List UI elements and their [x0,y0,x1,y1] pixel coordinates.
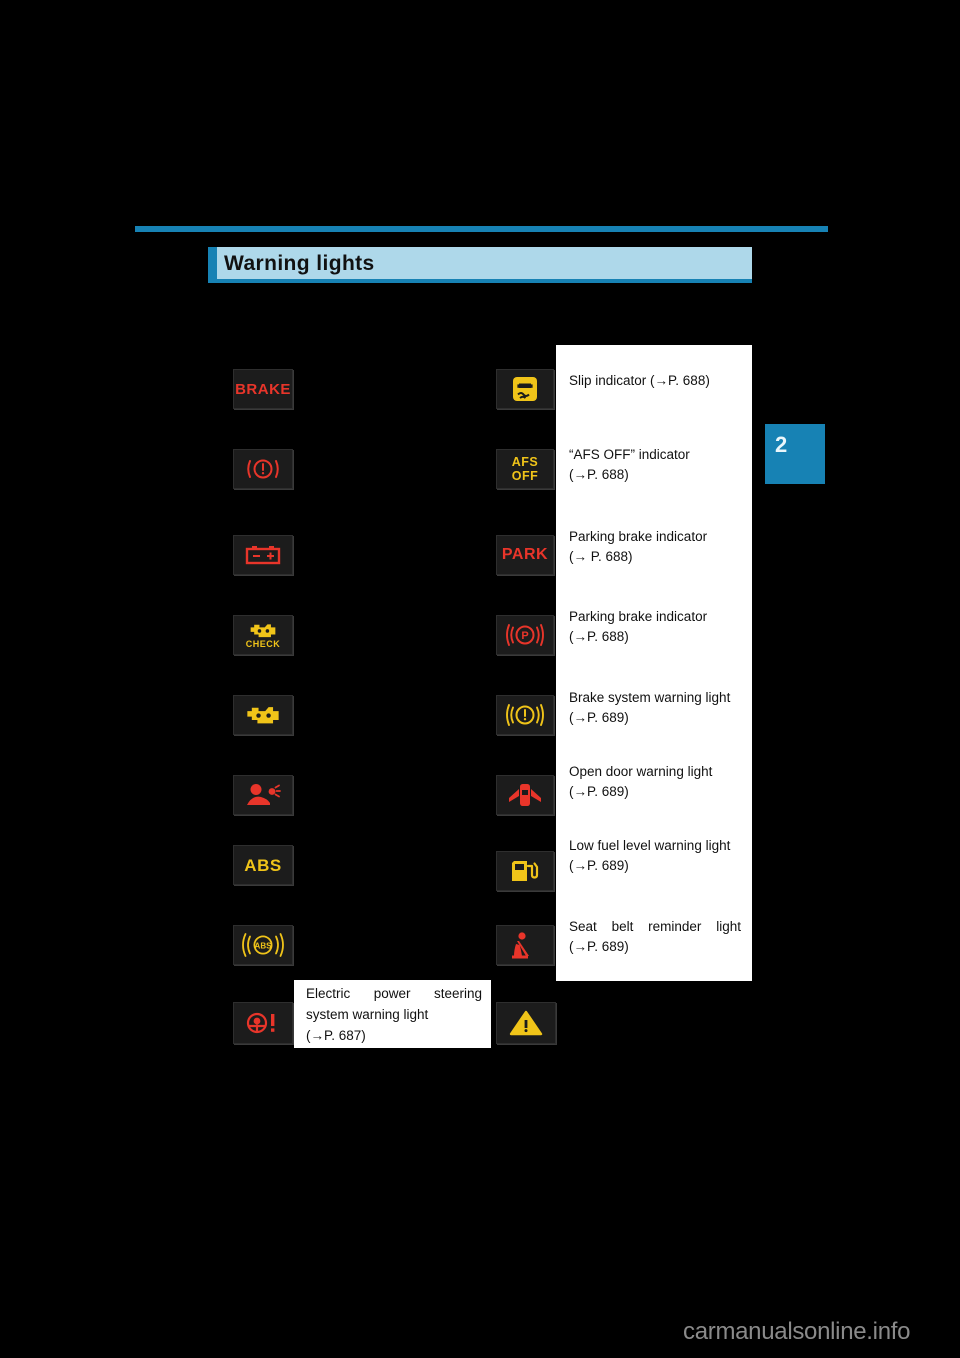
right-description-0: Slip indicator (→P. 688) [569,371,741,391]
right-description-6: Low fuel level warning light (→P. 689) [569,836,747,876]
right-description-1: “AFS OFF” indicator (→P. 688) [569,445,741,485]
eps-callout-line2: system warning light [306,1007,429,1022]
charging-battery-icon [233,535,293,575]
parking-brake-circle-icon: P [496,615,554,655]
abs-circle-icon: ABS [233,925,293,965]
section-header-shadow [217,279,752,283]
eps-callout-line3: (→P. 687) [306,1028,366,1043]
svg-text:P: P [521,630,528,642]
electric-power-steering-icon [233,1002,293,1044]
right-description-7-line2: (→P. 689) [569,939,629,954]
right-description-7-line1: Seat belt reminder light [569,919,741,934]
malfunction-engine-icon [233,695,293,735]
section-header-accent [208,247,217,283]
brake-text-warning-icon: BRAKE [233,369,293,409]
master-warning-triangle-icon [496,1002,556,1044]
right-description-3-line1: Parking brake indicator [569,609,708,624]
right-description-panel [556,345,752,981]
right-description-3: Parking brake indicator (→P. 688) [569,607,741,647]
svg-text:ABS: ABS [255,941,273,950]
site-watermark: carmanualsonline.info [683,1318,911,1345]
right-description-7: Seat belt reminder light (→P. 689) [569,917,741,957]
right-description-2: Parking brake indicator (→ P. 688) [569,527,741,567]
chapter-tab-number: 2 [775,432,788,457]
chapter-tab[interactable]: 2 [765,424,825,484]
eps-callout-line1: Electric power steering [306,986,482,1001]
right-description-0-line1: Slip indicator (→P. 688) [569,373,710,388]
right-description-5-line2: (→P. 689) [569,784,629,799]
slip-indicator-icon [496,369,554,409]
right-description-3-line2: (→P. 688) [569,629,629,644]
right-description-5: Open door warning light (→P. 689) [569,762,747,802]
brake-system-warning-icon [496,695,554,735]
check-engine-check-icon: CHECK [233,615,293,655]
seat-belt-reminder-icon [496,925,554,965]
right-description-6-line1: Low fuel level warning light [569,838,731,853]
page-title: Warning lights [224,252,375,275]
eps-callout-text: Electric power steering system warning l… [306,983,482,1046]
right-description-4-line2: (→P. 689) [569,710,629,725]
manual-page: Warning lights 2 BRAKE CHECK ABS ABS Ele… [0,0,960,1358]
abs-text-icon: ABS [233,845,293,885]
right-description-2-line1: Parking brake indicator [569,529,708,544]
right-description-1-line2: (→P. 688) [569,467,629,482]
right-description-4-line1: Brake system warning light [569,690,731,705]
park-text-indicator-icon: PARK [496,535,554,575]
right-description-5-line1: Open door warning light [569,764,713,779]
right-description-1-line1: “AFS OFF” indicator [569,447,690,462]
right-description-2-line2: (→ P. 688) [569,549,633,564]
open-door-icon [496,775,554,815]
right-description-6-line2: (→P. 689) [569,858,629,873]
afs-off-icon: AFS OFF [496,449,554,489]
right-description-4: Brake system warning light (→P. 689) [569,688,747,728]
brake-system-circle-icon [233,449,293,489]
srs-airbag-icon [233,775,293,815]
top-rule-divider [135,226,828,232]
low-fuel-icon [496,851,554,891]
